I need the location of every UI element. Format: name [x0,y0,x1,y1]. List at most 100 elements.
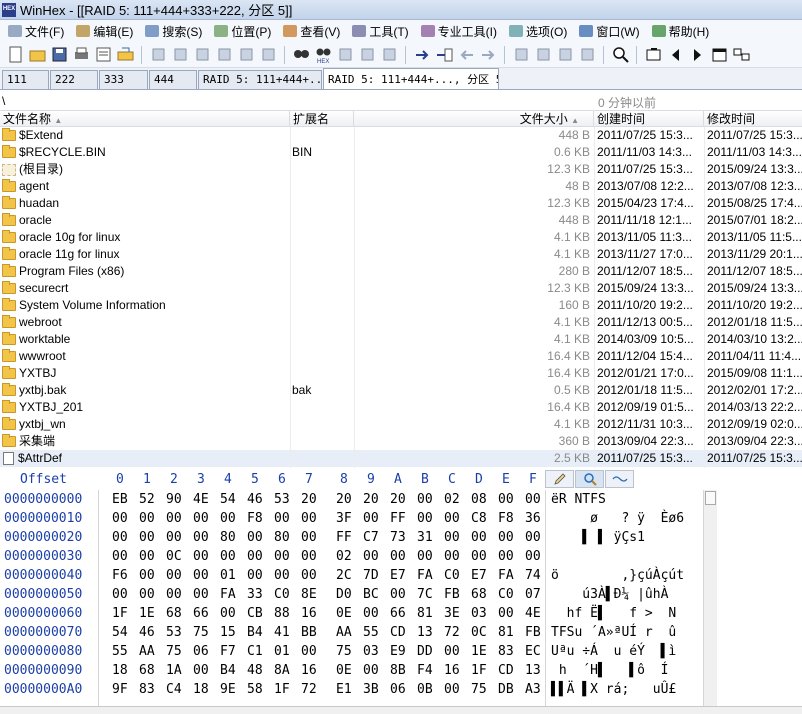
hex-byte[interactable]: 00 [274,509,290,528]
hex-byte[interactable]: 33 [247,585,263,604]
col-header-name[interactable]: 文件名称 ▲ [0,111,290,127]
menu-9[interactable]: 帮助(H) [646,23,716,40]
hex-byte[interactable]: 73 [390,528,406,547]
hex-byte[interactable]: 80 [220,528,236,547]
hex-byte[interactable]: 80 [274,528,290,547]
hex-byte[interactable]: 55 [363,623,379,642]
hex-byte[interactable]: 00 [139,585,155,604]
hex-byte[interactable]: 81 [417,604,433,623]
hex-byte[interactable]: 16 [444,661,460,680]
hex-byte[interactable]: 54 [112,623,128,642]
hex-byte[interactable]: 01 [274,642,290,661]
hex-byte[interactable]: 75 [336,642,352,661]
hex-byte[interactable]: 00 [274,566,290,585]
hex-ascii[interactable]: ö ,}çúÀçút [551,566,684,585]
hex-byte[interactable]: 00 [112,509,128,528]
hex-byte[interactable]: 00 [247,566,263,585]
hex-byte[interactable]: 03 [363,642,379,661]
zoom-button[interactable] [610,45,630,65]
hex-byte[interactable]: 46 [139,623,155,642]
hex-ascii[interactable]: Uªu ÷Á u éÝ ▌ì [551,642,676,661]
hex-byte[interactable]: BC [363,585,379,604]
hex-byte[interactable]: E7 [471,566,487,585]
hex-byte[interactable]: 00 [417,547,433,566]
paste-button[interactable] [214,45,234,65]
hex-byte[interactable]: 3B [363,680,379,699]
hex-byte[interactable]: CB [247,604,263,623]
file-row[interactable]: YXTBJ_201 16.4 KB 2012/09/19 01:5... 2014/0… [0,399,802,416]
hex-ascii[interactable]: ø ? ÿ Èø6 [551,509,684,528]
hex-byte[interactable]: 00 [363,509,379,528]
hex-byte[interactable]: AA [139,642,155,661]
back-button[interactable] [456,45,476,65]
hex-byte[interactable]: 13 [417,623,433,642]
hex-byte[interactable]: 1E [139,604,155,623]
hex-byte[interactable]: C0 [444,566,460,585]
maximize-button[interactable] [709,45,729,65]
hex-byte[interactable]: 4E [193,490,209,509]
hex-byte[interactable]: DB [498,680,514,699]
binary-button[interactable] [258,45,278,65]
hex-byte[interactable]: E1 [336,680,352,699]
file-row[interactable]: $Extend 448 B 2011/07/25 15:3... 2011/07/25… [0,127,802,144]
col-header-mtime[interactable]: 修改时间 [704,111,802,127]
hex-byte[interactable]: 9F [112,680,128,699]
hex-byte[interactable]: D0 [336,585,352,604]
hex-tab-info[interactable] [605,470,634,488]
hex-byte[interactable]: 07 [525,585,541,604]
hex-byte[interactable]: FB [525,623,541,642]
hex-byte[interactable]: FB [444,585,460,604]
hex-byte[interactable]: 7D [363,566,379,585]
hex-byte[interactable]: 48 [247,661,263,680]
file-row[interactable]: 采集端 360 B 2013/09/04 22:3... 2013/09/04 22:… [0,433,802,450]
hex-byte[interactable]: 41 [274,623,290,642]
hex-byte[interactable]: 00 [498,547,514,566]
hex-byte[interactable]: 00 [471,547,487,566]
hex-byte[interactable]: 00 [417,509,433,528]
hex-byte[interactable]: 7C [417,585,433,604]
hex-byte[interactable]: 53 [274,490,290,509]
menu-3[interactable]: 位置(P) [208,23,277,40]
file-row[interactable]: yxtbj_wn 4.1 KB 2012/11/31 10:3... 2012/09/… [0,416,802,433]
hex-byte[interactable]: 06 [390,680,406,699]
disk-editor-button[interactable] [511,45,531,65]
hex-byte[interactable]: 00 [471,528,487,547]
hex-byte[interactable]: 00 [220,509,236,528]
undo-button[interactable] [148,45,168,65]
hex-byte[interactable]: 9E [220,680,236,699]
save-file-button[interactable] [49,45,69,65]
menu-4[interactable]: 查看(V) [277,23,346,40]
hex-byte[interactable]: 16 [301,661,317,680]
hex-byte[interactable]: FF [336,528,352,547]
file-row[interactable]: securecrt 12.3 KB 2015/09/24 13:3... 2015/0… [0,280,802,297]
hex-byte[interactable]: 00 [444,547,460,566]
hex-byte[interactable]: CD [390,623,406,642]
prev-window-button[interactable] [665,45,685,65]
hex-byte[interactable]: 00 [193,566,209,585]
hex-byte[interactable]: 3F [336,509,352,528]
hex-byte[interactable]: B4 [220,661,236,680]
find-hex-button[interactable]: HEX [313,45,333,65]
hex-byte[interactable]: F6 [112,566,128,585]
hex-byte[interactable]: 00 [166,509,182,528]
hex-byte[interactable]: 00 [193,661,209,680]
hex-byte[interactable]: 06 [193,642,209,661]
write-button[interactable] [236,45,256,65]
hex-byte[interactable]: 31 [417,528,433,547]
new-window-button[interactable] [643,45,663,65]
hex-byte[interactable]: F4 [417,661,433,680]
hex-byte[interactable]: 00 [193,585,209,604]
hex-byte[interactable]: 00 [193,547,209,566]
copy-button[interactable] [170,45,190,65]
tab-1[interactable]: 111 [2,70,49,89]
hex-byte[interactable]: 54 [220,490,236,509]
tab-5[interactable]: RAID 5: 111+444+... [198,70,322,89]
hex-byte[interactable]: 83 [139,680,155,699]
hex-byte[interactable]: 16 [301,604,317,623]
hex-byte[interactable]: 55 [112,642,128,661]
hex-byte[interactable]: 58 [247,680,263,699]
hex-byte[interactable]: 00 [301,566,317,585]
hex-byte[interactable]: C0 [498,585,514,604]
hex-byte[interactable]: 00 [139,528,155,547]
file-row[interactable]: agent 48 B 2013/07/08 12:2... 2013/07/08 12… [0,178,802,195]
